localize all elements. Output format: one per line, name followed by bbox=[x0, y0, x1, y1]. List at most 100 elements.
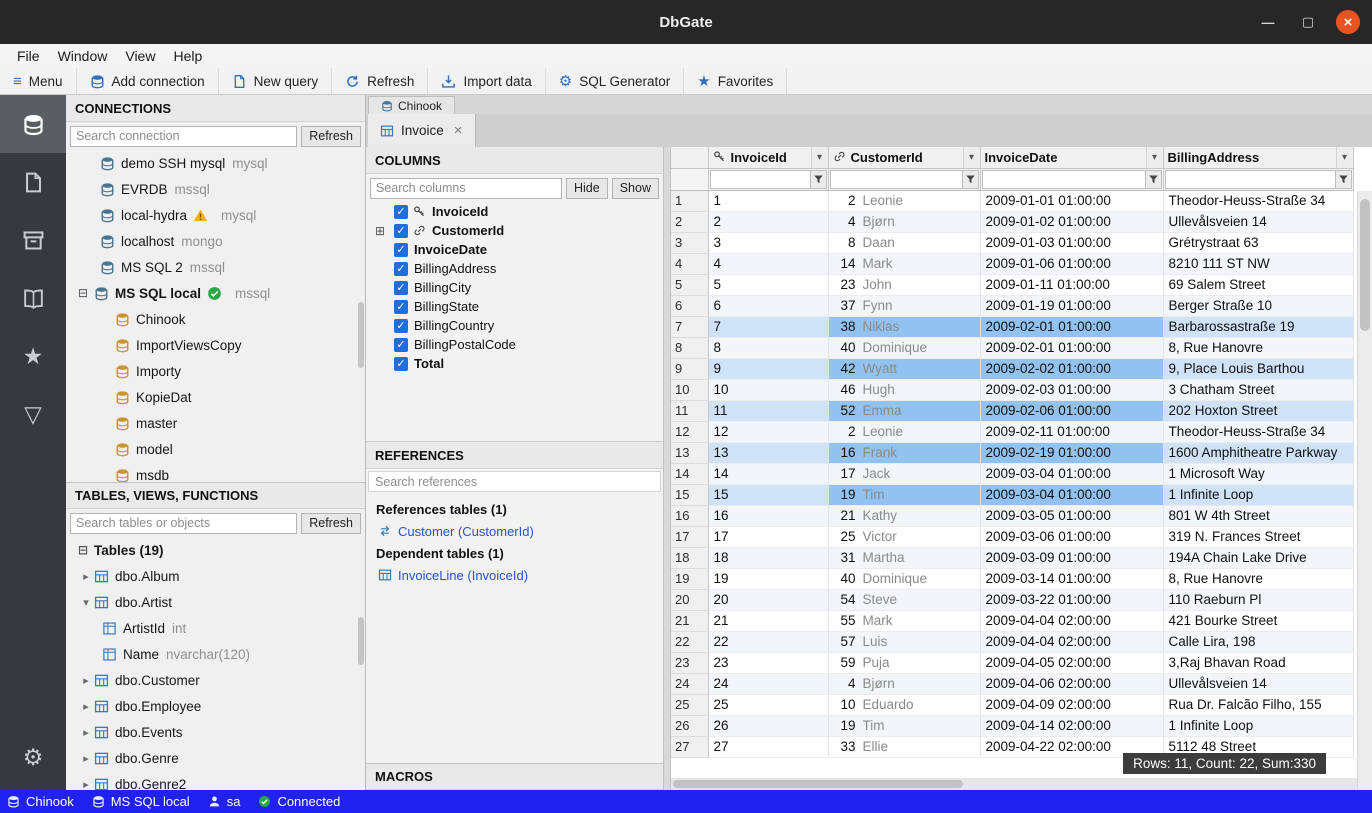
toolbar-add-connection-button[interactable]: Add connection bbox=[77, 68, 219, 94]
cell-invoiceid[interactable]: 11 bbox=[708, 400, 828, 421]
tables-search-input[interactable] bbox=[70, 513, 297, 534]
cell-billingaddress[interactable]: Barbarossastraße 19 bbox=[1163, 316, 1353, 337]
row-number[interactable]: 11 bbox=[671, 400, 708, 421]
activity-book-button[interactable] bbox=[0, 269, 66, 327]
cell-invoicedate[interactable]: 2009-02-01 01:00:00 bbox=[980, 316, 1163, 337]
column-item[interactable]: Namenvarchar(120) bbox=[66, 641, 365, 667]
table-item[interactable]: ▸dbo.Genre bbox=[66, 745, 365, 771]
cell-customerid[interactable]: 40Dominique bbox=[828, 337, 980, 358]
expand-icon[interactable]: ⊞ bbox=[373, 224, 394, 238]
table-item[interactable]: ▸dbo.Employee bbox=[66, 693, 365, 719]
cell-invoiceid[interactable]: 27 bbox=[708, 736, 828, 757]
columns-search-input[interactable] bbox=[370, 178, 562, 199]
cell-invoicedate[interactable]: 2009-02-03 01:00:00 bbox=[980, 379, 1163, 400]
cell-invoiceid[interactable]: 12 bbox=[708, 421, 828, 442]
cell-invoiceid[interactable]: 3 bbox=[708, 232, 828, 253]
cell-billingaddress[interactable]: Theodor-Heuss-Straße 34 bbox=[1163, 421, 1353, 442]
cell-invoiceid[interactable]: 18 bbox=[708, 547, 828, 568]
cell-billingaddress[interactable]: 110 Raeburn Pl bbox=[1163, 589, 1353, 610]
cell-invoiceid[interactable]: 10 bbox=[708, 379, 828, 400]
database-item[interactable]: Importy bbox=[66, 358, 365, 384]
column-menu-button[interactable]: ▾ bbox=[1146, 147, 1163, 168]
cell-billingaddress[interactable]: Theodor-Heuss-Straße 34 bbox=[1163, 190, 1353, 211]
filter-input-CustomerId[interactable] bbox=[830, 170, 962, 189]
cell-customerid[interactable]: 54Steve bbox=[828, 589, 980, 610]
cell-invoiceid[interactable]: 13 bbox=[708, 442, 828, 463]
cell-invoicedate[interactable]: 2009-01-02 01:00:00 bbox=[980, 211, 1163, 232]
cell-invoiceid[interactable]: 22 bbox=[708, 631, 828, 652]
row-number[interactable]: 2 bbox=[671, 211, 708, 232]
row-number[interactable]: 9 bbox=[671, 358, 708, 379]
cell-billingaddress[interactable]: 8210 111 ST NW bbox=[1163, 253, 1353, 274]
database-tab-chinook[interactable]: Chinook bbox=[368, 96, 455, 114]
connection-item[interactable]: localhostmongo bbox=[66, 228, 365, 254]
cell-invoiceid[interactable]: 21 bbox=[708, 610, 828, 631]
menu-file[interactable]: File bbox=[8, 47, 49, 65]
cell-invoiceid[interactable]: 24 bbox=[708, 673, 828, 694]
table-item[interactable]: ▸dbo.Genre2 bbox=[66, 771, 365, 790]
scrollbar-thumb[interactable] bbox=[673, 780, 963, 788]
cell-customerid[interactable]: 57Luis bbox=[828, 631, 980, 652]
references-search-input[interactable] bbox=[368, 471, 661, 492]
cell-invoicedate[interactable]: 2009-04-05 02:00:00 bbox=[980, 652, 1163, 673]
row-number[interactable]: 1 bbox=[671, 190, 708, 211]
table-item[interactable]: ▾dbo.Artist bbox=[66, 589, 365, 615]
database-item[interactable]: msdb bbox=[66, 462, 365, 482]
cell-invoicedate[interactable]: 2009-02-02 01:00:00 bbox=[980, 358, 1163, 379]
row-number[interactable]: 12 bbox=[671, 421, 708, 442]
activity-database-button[interactable] bbox=[0, 95, 66, 153]
cell-invoiceid[interactable]: 5 bbox=[708, 274, 828, 295]
chevron-right-icon[interactable]: ▸ bbox=[78, 778, 94, 791]
cell-invoicedate[interactable]: 2009-03-04 01:00:00 bbox=[980, 463, 1163, 484]
row-number[interactable]: 10 bbox=[671, 379, 708, 400]
splitter[interactable] bbox=[663, 147, 671, 790]
row-number[interactable]: 21 bbox=[671, 610, 708, 631]
checkbox-checked[interactable]: ✓ bbox=[394, 281, 408, 295]
cell-invoiceid[interactable]: 19 bbox=[708, 568, 828, 589]
cell-invoiceid[interactable]: 25 bbox=[708, 694, 828, 715]
cell-billingaddress[interactable]: 8, Rue Hanovre bbox=[1163, 568, 1353, 589]
toolbar-favorites-button[interactable]: ★Favorites bbox=[684, 68, 787, 94]
cell-invoicedate[interactable]: 2009-04-09 02:00:00 bbox=[980, 694, 1163, 715]
tables-group[interactable]: ⊟Tables (19) bbox=[66, 537, 365, 563]
connection-item[interactable]: demo SSH mysqlmysql bbox=[66, 150, 365, 176]
cell-billingaddress[interactable]: 8, Rue Hanovre bbox=[1163, 337, 1353, 358]
statusbar-chinook[interactable]: Chinook bbox=[7, 794, 74, 809]
cell-invoiceid[interactable]: 26 bbox=[708, 715, 828, 736]
maximize-button[interactable]: ▢ bbox=[1296, 10, 1320, 34]
cell-customerid[interactable]: 52Emma bbox=[828, 400, 980, 421]
toolbar-new-query-button[interactable]: New query bbox=[219, 68, 333, 94]
column-header-InvoiceId[interactable]: InvoiceId▾ bbox=[708, 147, 828, 168]
row-number[interactable]: 14 bbox=[671, 463, 708, 484]
cell-invoiceid[interactable]: 14 bbox=[708, 463, 828, 484]
cell-customerid[interactable]: 55Mark bbox=[828, 610, 980, 631]
row-number[interactable]: 23 bbox=[671, 652, 708, 673]
chevron-right-icon[interactable]: ▸ bbox=[78, 726, 94, 739]
toolbar-refresh-button[interactable]: Refresh bbox=[332, 68, 428, 94]
checkbox-checked[interactable]: ✓ bbox=[394, 224, 408, 238]
cell-invoiceid[interactable]: 16 bbox=[708, 505, 828, 526]
row-number[interactable]: 13 bbox=[671, 442, 708, 463]
cell-customerid[interactable]: 4Bjørn bbox=[828, 211, 980, 232]
cell-customerid[interactable]: 40Dominique bbox=[828, 568, 980, 589]
dependent-link[interactable]: InvoiceLine (InvoiceId) bbox=[376, 564, 653, 586]
cell-billingaddress[interactable]: Ullevålsveien 14 bbox=[1163, 211, 1353, 232]
cell-customerid[interactable]: 25Victor bbox=[828, 526, 980, 547]
toolbar-sql-generator-button[interactable]: ⚙SQL Generator bbox=[546, 68, 685, 94]
cell-invoicedate[interactable]: 2009-01-03 01:00:00 bbox=[980, 232, 1163, 253]
cell-invoiceid[interactable]: 1 bbox=[708, 190, 828, 211]
cell-billingaddress[interactable]: 1 Infinite Loop bbox=[1163, 484, 1353, 505]
cell-invoicedate[interactable]: 2009-01-06 01:00:00 bbox=[980, 253, 1163, 274]
statusbar-sa[interactable]: sa bbox=[208, 794, 241, 809]
chevron-right-icon[interactable]: ▸ bbox=[78, 674, 94, 687]
cell-invoiceid[interactable]: 7 bbox=[708, 316, 828, 337]
cell-invoiceid[interactable]: 23 bbox=[708, 652, 828, 673]
cell-invoicedate[interactable]: 2009-01-01 01:00:00 bbox=[980, 190, 1163, 211]
connections-scrollbar[interactable] bbox=[358, 302, 364, 368]
statusbar-connected[interactable]: Connected bbox=[258, 794, 340, 809]
row-number[interactable]: 5 bbox=[671, 274, 708, 295]
filter-button[interactable] bbox=[810, 170, 827, 189]
cell-invoicedate[interactable]: 2009-01-11 01:00:00 bbox=[980, 274, 1163, 295]
tab-invoice[interactable]: Invoice × bbox=[368, 114, 476, 147]
collapse-icon[interactable]: ⊟ bbox=[72, 286, 94, 300]
